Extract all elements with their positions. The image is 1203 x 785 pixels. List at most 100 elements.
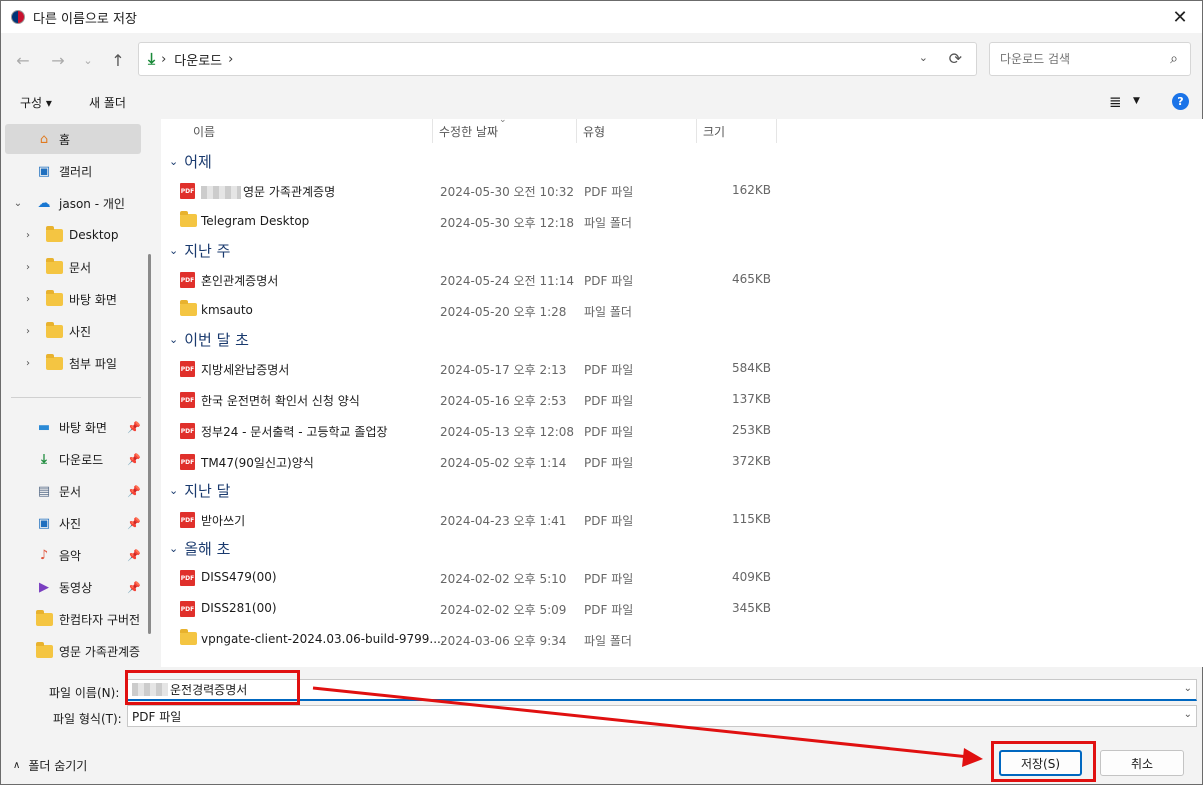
quick-access-label: 바탕 화면 [59, 420, 107, 435]
document-icon: ▤ [37, 483, 51, 499]
chevron-down-icon[interactable]: ⌄ [11, 198, 25, 209]
file-date: 2024-05-30 오후 12:18 [440, 216, 575, 230]
file-row[interactable]: PDF 영문 가족관계증명 2024-05-30 오전 10:32 PDF 파일… [161, 176, 781, 204]
up-arrow-icon[interactable]: ↑ [106, 48, 130, 72]
help-icon[interactable]: ? [1172, 93, 1189, 110]
home-icon: ⌂ [39, 131, 49, 147]
hide-folders-toggle[interactable]: ∧ 폴더 숨기기 [13, 757, 87, 774]
sidebar-item-label: 사진 [69, 324, 92, 339]
pdf-file-icon: PDF [180, 361, 195, 377]
column-header-type[interactable]: 유형 [577, 119, 697, 143]
file-row[interactable]: PDF DISS281(00) 2024-02-02 오후 5:09 PDF 파… [161, 594, 781, 622]
address-dropdown-icon[interactable]: ⌄ [919, 51, 928, 64]
file-date: 2024-03-06 오후 9:34 [440, 634, 567, 648]
file-row[interactable]: kmsauto 2024-05-20 오후 1:28 파일 폴더 [161, 296, 781, 324]
pin-icon[interactable]: 📌 [127, 581, 141, 594]
pin-icon[interactable]: 📌 [127, 517, 141, 530]
file-row[interactable]: vpngate-client-2024.03.06-build-9799....… [161, 625, 781, 653]
pin-icon[interactable]: 📌 [127, 421, 141, 434]
sidebar-item-home[interactable]: ⌂ 홈 [5, 124, 141, 154]
quick-access-hancom-typing[interactable]: 한컴타자 구버전 [5, 604, 141, 634]
view-options-icon[interactable]: ≣ [1109, 93, 1122, 111]
view-dropdown-icon[interactable]: ▼ [1133, 96, 1140, 106]
sidebar-item-attachments[interactable]: › 첨부 파일 [5, 348, 141, 378]
group-header[interactable]: ⌄ 지난 주 [169, 240, 230, 261]
chevron-right-icon[interactable]: › [21, 358, 35, 369]
group-header[interactable]: ⌄ 올해 초 [169, 538, 230, 559]
file-row[interactable]: PDF DISS479(00) 2024-02-02 오후 5:10 PDF 파… [161, 563, 781, 591]
sidebar-item-desktop[interactable]: › Desktop [5, 220, 141, 250]
file-type: PDF 파일 [584, 456, 634, 470]
chevron-down-icon[interactable]: ⌄ [169, 542, 178, 555]
chevron-right-icon[interactable]: › [21, 262, 35, 273]
chevron-right-icon[interactable]: › [21, 294, 35, 305]
file-name: 지방세완납증명서 [201, 363, 290, 377]
sidebar-item-pictures[interactable]: › 사진 [5, 316, 141, 346]
file-name: TM47(90일신고)양식 [201, 456, 314, 470]
group-header[interactable]: ⌄ 이번 달 초 [169, 329, 249, 350]
new-folder-button[interactable]: 새 폴더 [89, 94, 126, 111]
chevron-down-icon[interactable]: ⌄ [169, 333, 178, 346]
search-input[interactable] [1000, 52, 1160, 66]
cancel-button[interactable]: 취소 [1100, 750, 1184, 776]
quick-access-documents[interactable]: ▤ 문서 📌 [5, 476, 141, 506]
pin-icon[interactable]: 📌 [127, 485, 141, 498]
quick-access-label: 문서 [59, 484, 82, 499]
pin-icon[interactable]: 📌 [127, 549, 141, 562]
quick-access-pictures[interactable]: ▣ 사진 📌 [5, 508, 141, 538]
folder-icon [180, 211, 197, 230]
breadcrumb-downloads[interactable]: 다운로드 [174, 50, 222, 69]
pdf-file-icon: PDF [180, 601, 195, 617]
file-row[interactable]: PDF 받아쓰기 2024-04-23 오후 1:41 PDF 파일 115KB [161, 505, 781, 533]
chevron-right-icon[interactable]: › [21, 230, 35, 241]
sidebar-scrollbar[interactable] [148, 254, 151, 634]
back-arrow-icon[interactable]: ← [11, 48, 35, 72]
sidebar-item-desktop-kr[interactable]: › 바탕 화면 [5, 284, 141, 314]
file-row[interactable]: PDF 혼인관계증명서 2024-05-24 오전 11:14 PDF 파일 4… [161, 265, 781, 293]
file-date: 2024-05-13 오후 12:08 [440, 425, 575, 439]
recent-locations-chevron-icon[interactable]: ⌄ [76, 48, 100, 72]
group-header[interactable]: ⌄ 지난 달 [169, 480, 230, 501]
chevron-down-icon[interactable]: ⌄ [169, 244, 178, 257]
file-row[interactable]: PDF 정부24 - 문서출력 - 고등학교 졸업장 2024-05-13 오후… [161, 416, 781, 444]
sidebar-item-gallery[interactable]: ▣ 갤러리 [5, 156, 141, 186]
quick-access-videos[interactable]: ▶ 동영상 📌 [5, 572, 141, 602]
refresh-icon[interactable]: ⟳ [949, 49, 962, 68]
sidebar-item-documents[interactable]: › 문서 [5, 252, 141, 282]
chevron-down-icon[interactable]: ⌄ [1184, 709, 1192, 720]
organize-button[interactable]: 구성 ▾ [20, 94, 52, 111]
quick-access-family-cert[interactable]: 영문 가족관계증 [5, 636, 141, 666]
folder-icon [35, 609, 53, 626]
address-bar[interactable]: ⤓ › 다운로드 › ⌄ ⟳ [138, 42, 977, 76]
chevron-down-icon[interactable]: ⌄ [1184, 683, 1192, 694]
pin-icon[interactable]: 📌 [127, 453, 141, 466]
search-box[interactable]: ⌕ [989, 42, 1191, 76]
file-row[interactable]: PDF 지방세완납증명서 2024-05-17 오후 2:13 PDF 파일 5… [161, 354, 781, 382]
chevron-down-icon[interactable]: ⌄ [169, 484, 178, 497]
column-header-size[interactable]: 크기 [697, 119, 777, 143]
quick-access-downloads[interactable]: ⤓ 다운로드 📌 [5, 444, 141, 474]
file-date: 2024-05-02 오후 1:14 [440, 456, 567, 470]
file-type: 파일 폴더 [584, 634, 632, 648]
forward-arrow-icon[interactable]: → [46, 48, 70, 72]
search-icon[interactable]: ⌕ [1170, 51, 1178, 67]
column-header-name[interactable]: 이름 [187, 119, 433, 143]
filetype-select[interactable]: PDF 파일 ⌄ [127, 705, 1197, 727]
quick-access-music[interactable]: ♪ 음악 📌 [5, 540, 141, 570]
sidebar-item-onedrive[interactable]: ⌄ ☁ jason - 개인 [5, 188, 141, 218]
folder-icon [180, 629, 197, 648]
group-header[interactable]: ⌄ 어제 [169, 151, 212, 172]
file-row[interactable]: Telegram Desktop 2024-05-30 오후 12:18 파일 … [161, 207, 781, 235]
file-size: 253KB [731, 423, 771, 437]
filename-label: 파일 이름(N): [49, 686, 120, 700]
chevron-right-icon[interactable]: › [21, 326, 35, 337]
file-row[interactable]: PDF TM47(90일신고)양식 2024-05-02 오후 1:14 PDF… [161, 447, 781, 475]
breadcrumb-separator-icon[interactable]: › [228, 52, 233, 67]
quick-access-desktop[interactable]: ▬ 바탕 화면 📌 [5, 412, 141, 442]
file-row[interactable]: PDF 한국 운전면허 확인서 신청 양식 2024-05-16 오후 2:53… [161, 385, 781, 413]
file-size: 409KB [731, 570, 771, 584]
breadcrumb-separator-icon[interactable]: › [161, 52, 166, 67]
file-date: 2024-05-20 오후 1:28 [440, 305, 567, 319]
chevron-down-icon[interactable]: ⌄ [169, 155, 178, 168]
close-icon[interactable]: ✕ [1168, 5, 1192, 29]
